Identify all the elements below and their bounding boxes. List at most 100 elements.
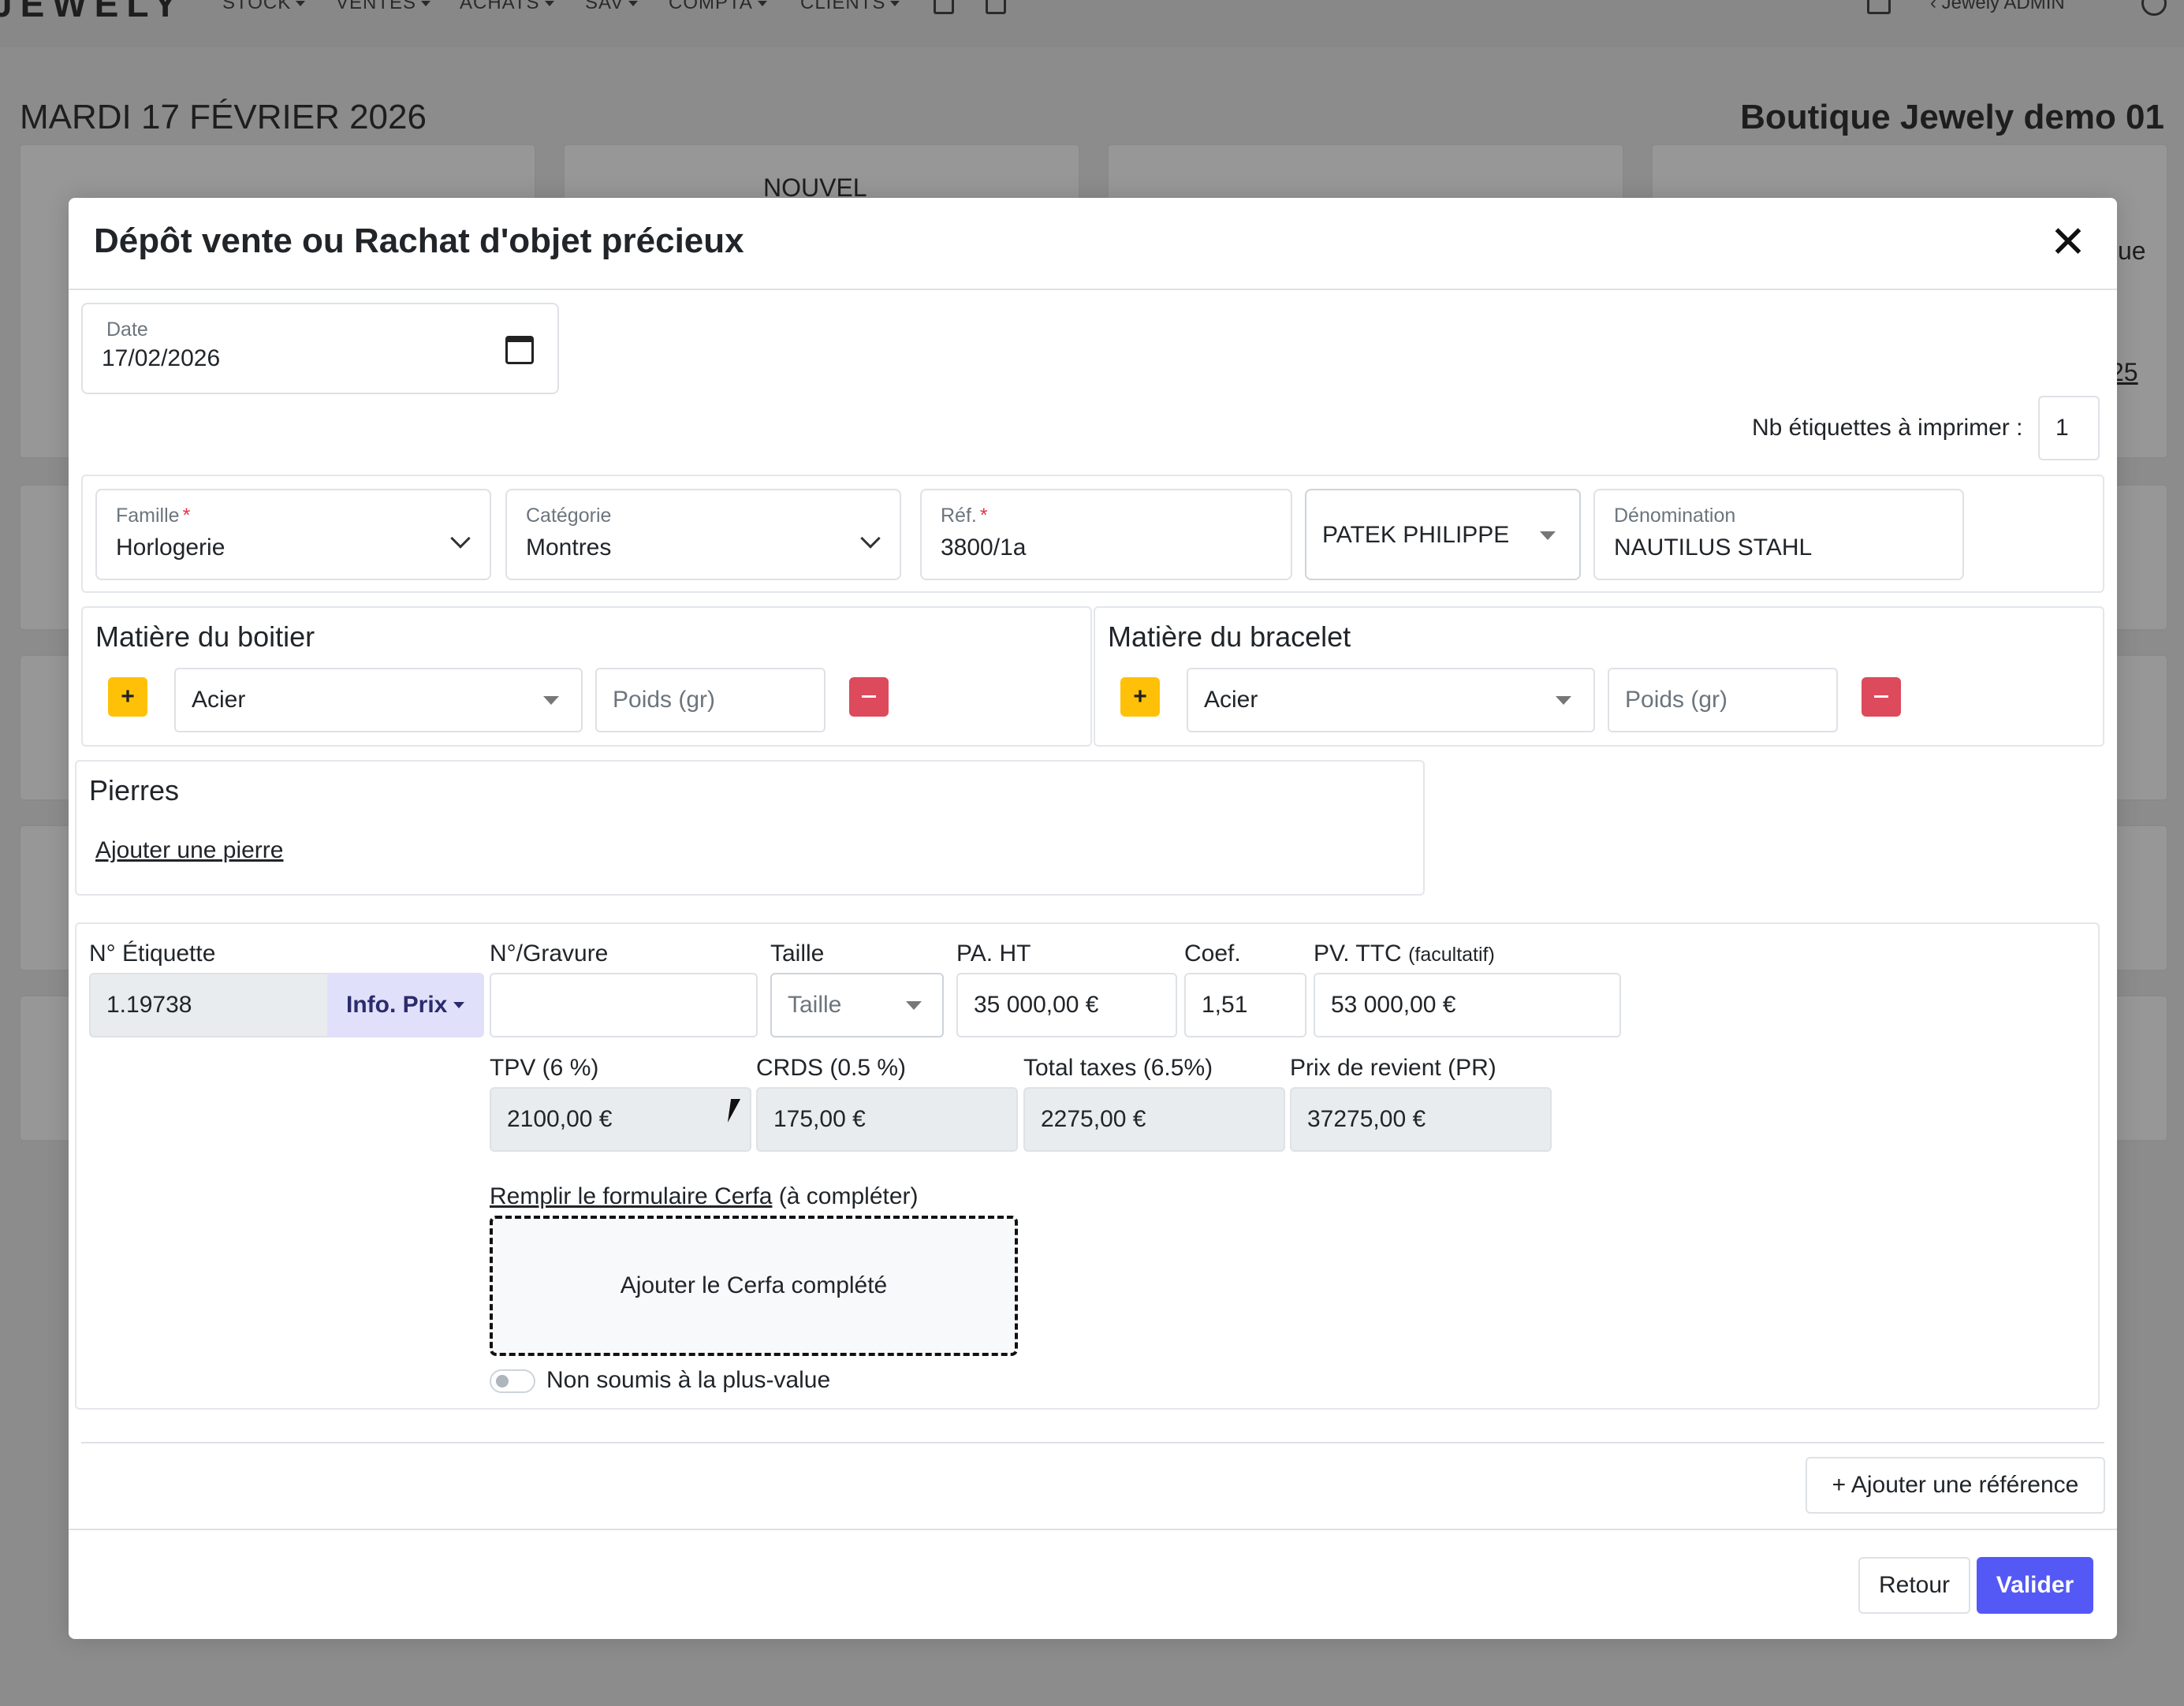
- add-boitier-material-button[interactable]: +: [108, 677, 147, 717]
- pierres-title: Pierres: [89, 774, 180, 806]
- caret-down-icon: [453, 1002, 465, 1008]
- caret-down-icon: [544, 1, 554, 7]
- nav-achats[interactable]: ACHATS: [460, 0, 554, 14]
- plus-value-toggle[interactable]: [490, 1369, 535, 1393]
- user-menu[interactable]: ‹ Jewely ADMIN: [1930, 0, 2065, 14]
- boitier-material-value: Acier: [192, 687, 246, 713]
- cerfa-dropzone[interactable]: Ajouter le Cerfa complété: [490, 1216, 1018, 1356]
- ref-value: 3800/1a: [941, 535, 1027, 561]
- bracelet-panel: Matière du bracelet + Acier Poids (gr): [1094, 606, 2104, 747]
- caret-down-icon: [1540, 531, 1556, 540]
- divider: [81, 1442, 2104, 1443]
- nav-label: SAV: [585, 0, 624, 13]
- book-icon[interactable]: [934, 0, 954, 14]
- chart-icon[interactable]: [986, 0, 1006, 14]
- required-marker: *: [979, 505, 988, 527]
- caret-down-icon: [296, 1, 306, 7]
- caret-down-icon: [543, 696, 559, 705]
- coef-input[interactable]: 1,51: [1184, 973, 1306, 1037]
- date-field[interactable]: Date 17/02/2026: [81, 303, 559, 394]
- add-reference-button[interactable]: + Ajouter une référence: [1806, 1457, 2105, 1514]
- famille-label: Famille *: [116, 505, 190, 527]
- boitier-material-select[interactable]: Acier: [174, 668, 583, 732]
- nav-label: CLIENTS: [800, 0, 886, 13]
- cerfa-note: (à compléter): [778, 1183, 919, 1209]
- card-text: ue: [2118, 237, 2146, 265]
- logout-icon[interactable]: [2141, 0, 2167, 16]
- taille-label: Taille: [770, 941, 825, 967]
- modal-header: Dépôt vente ou Rachat d'objet précieux ✕: [69, 198, 2117, 290]
- add-stone-link[interactable]: Ajouter une pierre: [95, 837, 283, 864]
- modal-title: Dépôt vente ou Rachat d'objet précieux: [94, 222, 744, 260]
- caret-down-icon: [757, 1, 767, 7]
- ref-label: Réf. *: [941, 505, 988, 527]
- denomination-label: Dénomination: [1614, 505, 1736, 527]
- date-value: 17/02/2026: [102, 345, 221, 371]
- brand-logo[interactable]: JEWELY: [0, 0, 185, 25]
- famille-label-text: Famille: [116, 505, 180, 527]
- denomination-field[interactable]: Dénomination NAUTILUS STAHL: [1593, 489, 1964, 580]
- caret-down-icon: [890, 1, 900, 7]
- crds-label: CRDS (0.5 %): [756, 1055, 907, 1081]
- back-button[interactable]: Retour: [1858, 1557, 1970, 1614]
- bell-icon[interactable]: [1867, 0, 1891, 14]
- nav-label: VENTES: [336, 0, 417, 13]
- boitier-panel: Matière du boitier + Acier Poids (gr): [81, 606, 1092, 747]
- pv-input[interactable]: 53 000,00 €: [1314, 973, 1621, 1037]
- plus-value-label: Non soumis à la plus-value: [546, 1367, 831, 1393]
- nav-label: ACHATS: [460, 0, 540, 13]
- famille-value: Horlogerie: [116, 535, 225, 561]
- remove-bracelet-material-button[interactable]: [1862, 677, 1901, 717]
- etiquette-input[interactable]: 1.19738: [89, 973, 330, 1037]
- gravure-input[interactable]: [490, 973, 758, 1037]
- add-bracelet-material-button[interactable]: +: [1120, 677, 1160, 717]
- caret-down-icon: [421, 1, 431, 7]
- remove-boitier-material-button[interactable]: [849, 677, 889, 717]
- boitier-title: Matière du boitier: [95, 620, 315, 653]
- labels-count-label: Nb étiquettes à imprimer :: [1752, 415, 2023, 441]
- info-prix-dropdown[interactable]: Info. Prix: [327, 973, 484, 1037]
- ref-field[interactable]: Réf. * 3800/1a: [920, 489, 1292, 580]
- chevron-down-icon: [860, 528, 881, 549]
- tpv-label: TPV (6 %): [490, 1055, 599, 1081]
- cerfa-form-link[interactable]: Remplir le formulaire Cerfa: [490, 1183, 772, 1209]
- categorie-label: Catégorie: [526, 505, 612, 527]
- famille-select[interactable]: Famille * Horlogerie: [95, 489, 491, 580]
- pa-input[interactable]: 35 000,00 €: [956, 973, 1177, 1037]
- submit-button[interactable]: Valider: [1977, 1557, 2093, 1614]
- coef-label: Coef.: [1184, 941, 1241, 967]
- categorie-select[interactable]: Catégorie Montres: [505, 489, 901, 580]
- nav-compta[interactable]: COMPTA: [669, 0, 767, 14]
- denomination-value: NAUTILUS STAHL: [1614, 535, 1813, 561]
- crds-input: 175,00 €: [756, 1087, 1018, 1152]
- nav-clients[interactable]: CLIENTS: [800, 0, 900, 14]
- pierres-panel: Pierres Ajouter une pierre: [75, 760, 1425, 896]
- boitier-weight-input[interactable]: Poids (gr): [595, 668, 826, 732]
- pr-input: 37275,00 €: [1290, 1087, 1552, 1152]
- marque-select[interactable]: PATEK PHILIPPE: [1305, 489, 1581, 580]
- categorie-value: Montres: [526, 535, 612, 561]
- pv-label-sub: (facultatif): [1408, 944, 1495, 966]
- close-icon[interactable]: ✕: [2046, 220, 2090, 264]
- marque-value: PATEK PHILIPPE: [1322, 522, 1510, 548]
- nav-stock[interactable]: STOCK: [222, 0, 306, 14]
- user-name: Jewely ADMIN: [1941, 0, 2065, 13]
- chevron-down-icon: [450, 528, 471, 549]
- calendar-icon[interactable]: [505, 336, 534, 364]
- gravure-label: N°/Gravure: [490, 941, 609, 967]
- pr-label: Prix de revient (PR): [1290, 1055, 1496, 1081]
- labels-count-input[interactable]: 1: [2038, 396, 2100, 460]
- etiquette-label: N° Étiquette: [89, 941, 216, 967]
- taille-select[interactable]: Taille: [770, 973, 944, 1037]
- bracelet-title: Matière du bracelet: [1108, 620, 1351, 653]
- pv-label: PV. TTC (facultatif): [1314, 941, 1495, 967]
- cerfa-row: Remplir le formulaire Cerfa (à compléter…: [490, 1183, 919, 1210]
- top-navbar: JEWELY STOCK VENTES ACHATS SAV COMPTA CL…: [0, 0, 2184, 47]
- bracelet-weight-input[interactable]: Poids (gr): [1608, 668, 1838, 732]
- nav-sav[interactable]: SAV: [585, 0, 639, 14]
- nav-ventes[interactable]: VENTES: [336, 0, 431, 14]
- nav-label: COMPTA: [669, 0, 753, 13]
- bracelet-material-select[interactable]: Acier: [1187, 668, 1595, 732]
- caret-down-icon: [906, 1001, 922, 1010]
- bracelet-material-value: Acier: [1204, 687, 1258, 713]
